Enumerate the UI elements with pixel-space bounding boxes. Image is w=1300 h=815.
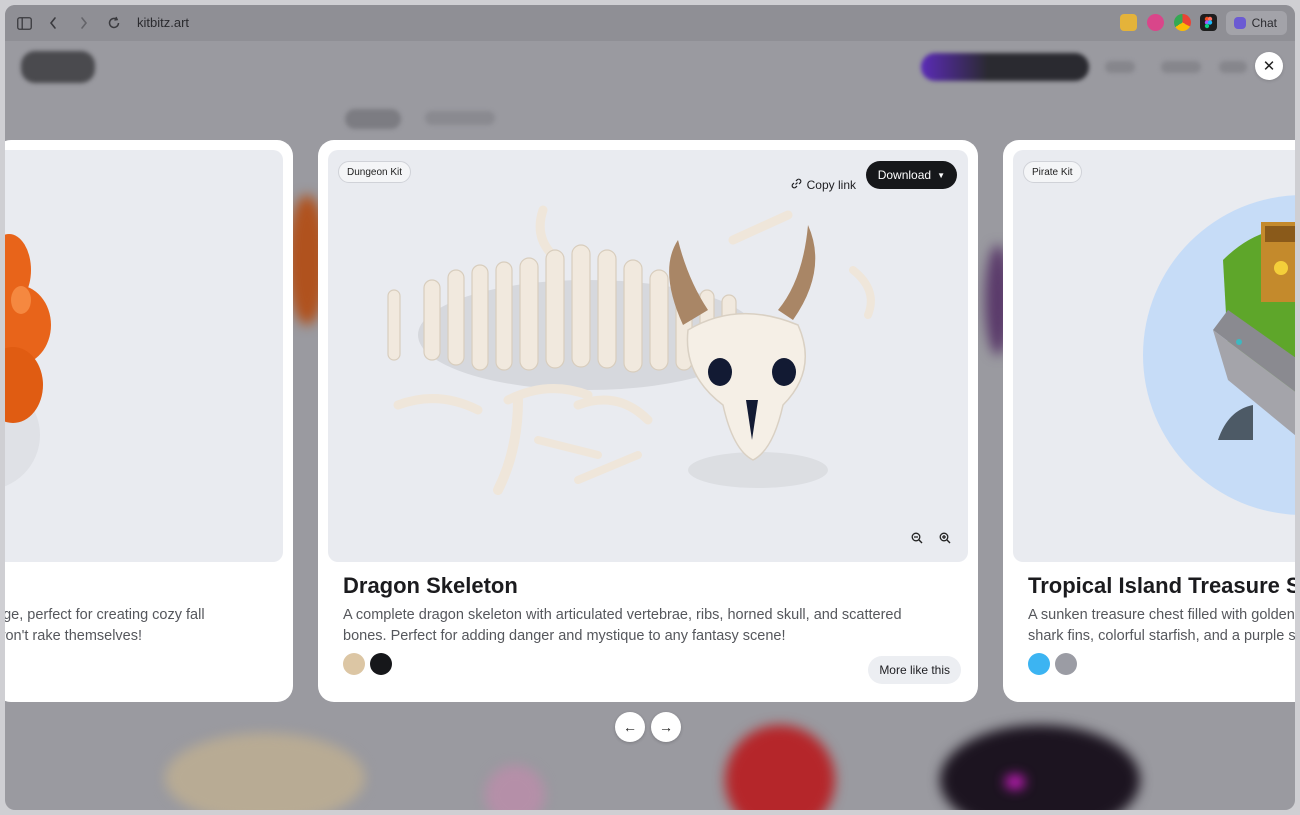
background-thumbnail (1005, 775, 1025, 789)
figma-icon[interactable] (1200, 14, 1217, 31)
background-nav (1219, 61, 1247, 73)
dragon-skeleton-image (387, 205, 875, 495)
asset-card-previous[interactable]: age, perfect for creating cozy fall won'… (5, 140, 293, 702)
background-thumbnail (940, 725, 1140, 810)
forward-icon[interactable] (75, 14, 93, 32)
browser-extension-icon[interactable] (1174, 14, 1191, 31)
asset-title: Tropical Island Treasure Sce (1028, 573, 1295, 598)
zoom-in-button[interactable] (936, 529, 954, 547)
kit-badge[interactable]: Dungeon Kit (338, 161, 412, 183)
chat-icon (1233, 17, 1246, 29)
arrow-right-icon: → (659, 719, 673, 735)
skull (669, 225, 816, 461)
asset-card-next[interactable]: Pirate Kit Tropical Island Treasure Sce … (1003, 140, 1295, 702)
zoom-out-icon (911, 532, 923, 544)
asset-description: age, perfect for creating cozy fall won'… (5, 605, 283, 647)
chat-label: Chat (1251, 16, 1277, 30)
background-nav (1105, 61, 1135, 73)
description-line: A sunken treasure chest filled with gold… (1028, 607, 1295, 623)
extension-icon[interactable] (1147, 14, 1164, 31)
extension-icon[interactable] (1120, 14, 1137, 31)
description-line: shark fins, colorful starfish, and a pur… (1028, 628, 1295, 644)
previous-button[interactable]: ← (615, 712, 645, 742)
background-nav (1161, 61, 1201, 73)
asset-title: Dragon Skeleton (343, 573, 518, 598)
background-thumbnail (485, 765, 545, 810)
browser-window: kitbitz.art Chat ✕ age, perfect for crea… (5, 5, 1295, 810)
download-label: Download (877, 168, 932, 182)
more-like-this-button[interactable]: More like this (868, 656, 961, 684)
asset-description: A complete dragon skeleton with articula… (343, 607, 902, 644)
download-button[interactable]: Download ▼ (865, 161, 957, 189)
asset-description: A sunken treasure chest filled with gold… (1028, 605, 1295, 647)
asset-preview[interactable]: Dungeon Kit Copy link Download ▼ (328, 150, 968, 562)
sidebar-icon[interactable] (15, 14, 33, 32)
browser-toolbar: kitbitz.art Chat (5, 5, 1295, 41)
asset-preview: Pirate Kit (1013, 150, 1295, 562)
background-tab (345, 109, 401, 129)
background-tab (425, 111, 495, 125)
color-swatch[interactable] (1028, 653, 1050, 675)
background-cta (921, 53, 1089, 81)
kit-badge[interactable]: Pirate Kit (1023, 161, 1082, 183)
color-swatch[interactable] (343, 653, 365, 675)
arrow-left-icon: ← (623, 719, 637, 735)
treasure-island-image (1143, 195, 1295, 515)
asset-preview (5, 150, 283, 562)
color-swatch[interactable] (370, 653, 392, 675)
background-thumbnail (165, 733, 365, 810)
description-line: won't rake themselves! (5, 628, 143, 644)
back-icon[interactable] (44, 14, 62, 32)
chat-button[interactable]: Chat (1225, 11, 1287, 35)
reload-icon[interactable] (105, 14, 123, 32)
background-thumbnail (725, 725, 835, 810)
description-line: age, perfect for creating cozy fall (5, 607, 205, 623)
close-button[interactable]: ✕ (1255, 52, 1283, 80)
chevron-down-icon: ▼ (937, 170, 945, 180)
next-button[interactable]: → (651, 712, 681, 742)
close-icon: ✕ (1262, 58, 1276, 75)
address-bar[interactable]: kitbitz.art (137, 15, 189, 30)
color-swatch[interactable] (1055, 653, 1077, 675)
copy-link-button[interactable]: Copy link (791, 174, 856, 196)
copy-link-label: Copy link (806, 178, 856, 192)
zoom-in-icon (939, 532, 951, 544)
asset-card: Dungeon Kit Copy link Download ▼ Dragon … (318, 140, 978, 702)
link-icon (791, 178, 802, 192)
background-logo (21, 51, 95, 83)
zoom-out-button[interactable] (908, 529, 926, 547)
